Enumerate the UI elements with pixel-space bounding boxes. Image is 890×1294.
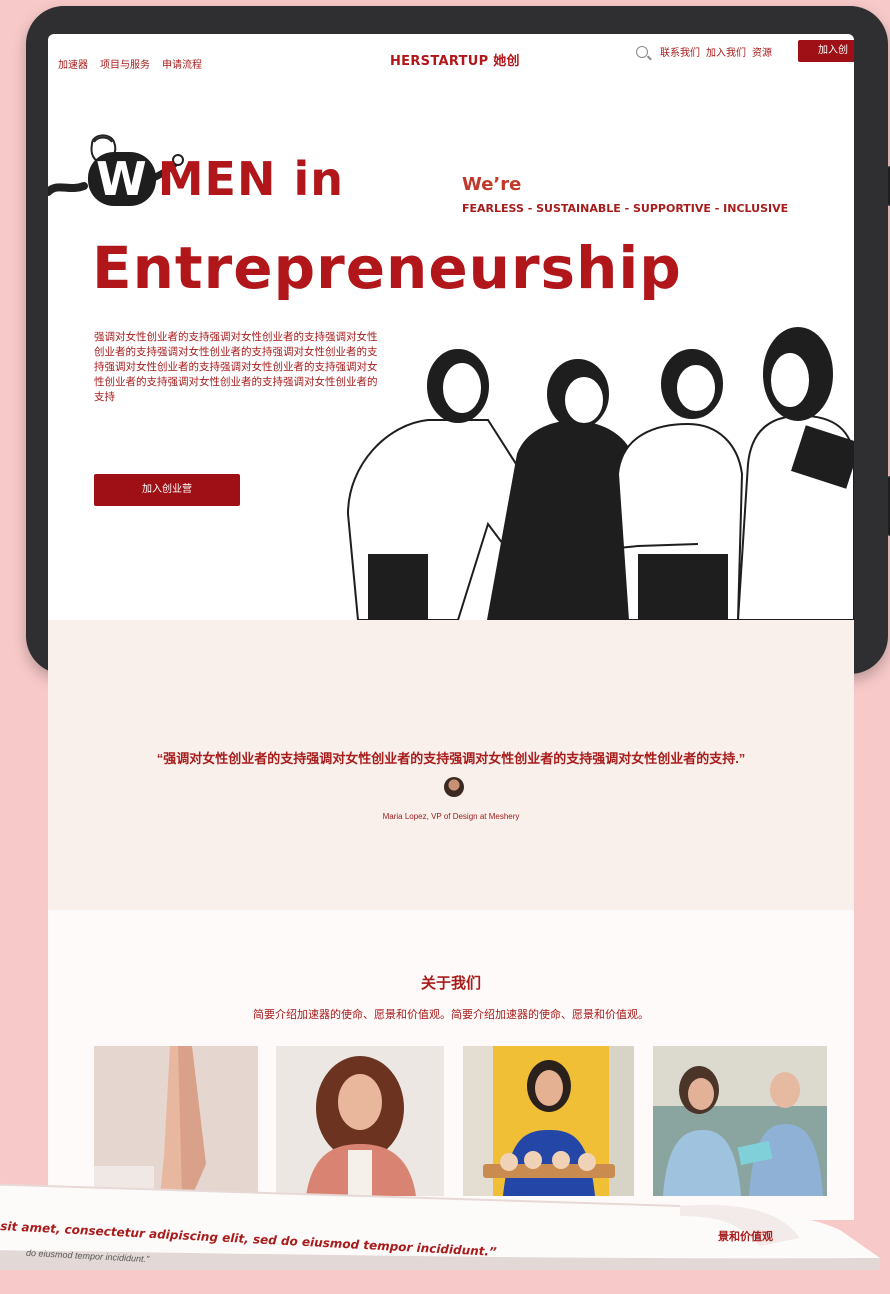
about-section: 关于我们 简要介绍加速器的使命、愿景和价值观。简要介绍加速器的使命、愿景和价值观… <box>48 910 854 1220</box>
curl-corner-text: 景和价值观 <box>718 1231 773 1243</box>
avatar <box>444 777 464 797</box>
page-extension: “强调对女性创业者的支持强调对女性创业者的支持强调对女性创业者的支持强调对女性创… <box>48 620 854 1220</box>
hero-w-letter: W <box>88 152 156 206</box>
photo-hands <box>94 1046 258 1196</box>
nav-item-contact[interactable]: 联系我们 <box>660 44 700 59</box>
join-button[interactable]: 加入创 <box>798 40 854 62</box>
team-illustration <box>346 327 854 620</box>
about-subtitle: 简要介绍加速器的使命、愿景和价值观。简要介绍加速器的使命、愿景和价值观。 <box>253 1009 649 1021</box>
nav-item-join-us[interactable]: 加入我们 <box>706 44 746 59</box>
testimonial-author: Maria Lopez, VP of Design at Meshery <box>382 812 520 821</box>
were-heading: We’re <box>462 174 522 195</box>
hero-women-rest: MEN in <box>157 152 344 206</box>
values-line: FEARLESS - SUSTAINABLE - SUPPORTIVE - IN… <box>462 202 789 215</box>
website-screen: 页 加速器 项目与服务 申请流程 HERSTARTUP 她创 联系我们 加入我们… <box>48 34 854 620</box>
hero-headline-women: W MEN in <box>88 152 344 206</box>
nav-item-apply[interactable]: 申请流程 <box>162 56 202 71</box>
top-navigation: 页 加速器 项目与服务 申请流程 HERSTARTUP 她创 联系我们 加入我们… <box>48 34 854 74</box>
testimonial-section: “强调对女性创业者的支持强调对女性创业者的支持强调对女性创业者的支持强调对女性创… <box>48 620 854 910</box>
hero-headline-entrepreneurship: Entrepreneurship <box>92 234 682 302</box>
nav-item-accelerator[interactable]: 加速器 <box>58 56 88 71</box>
testimonial-quote: “强调对女性创业者的支持强调对女性创业者的支持强调对女性创业者的支持强调对女性创… <box>156 751 746 766</box>
about-title: 关于我们 <box>420 975 481 992</box>
nav-item-services[interactable]: 项目与服务 <box>100 56 150 71</box>
nav-right: 联系我们 加入我们 资源 <box>636 44 772 59</box>
photo-woman-bakery <box>463 1046 634 1196</box>
photo-couple <box>653 1046 827 1196</box>
nav-item-resources[interactable]: 资源 <box>752 44 772 59</box>
join-camp-button[interactable]: 加入创业营 <box>94 474 240 506</box>
photo-woman-thinking <box>276 1046 444 1196</box>
brand-logo[interactable]: HERSTARTUP 她创 <box>390 50 520 69</box>
nav-left: 页 加速器 项目与服务 申请流程 <box>48 56 202 71</box>
search-icon[interactable] <box>636 45 648 58</box>
